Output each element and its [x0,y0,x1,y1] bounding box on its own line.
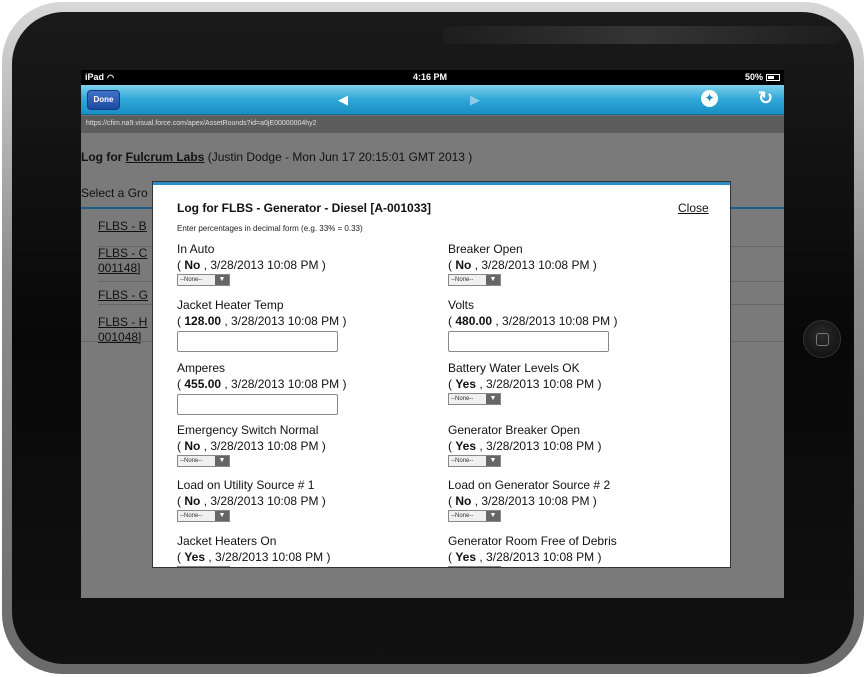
field-label: Load on Utility Source # 1 [177,478,315,492]
log-prefix: Log for [81,150,123,164]
field-last-value: ( Yes , 3/28/2013 10:08 PM ) [448,377,602,391]
field-label: Volts [448,298,475,312]
field-label: Jacket Heaters On [177,534,277,548]
log-modal: Log for FLBS - Generator - Diesel [A-001… [152,181,731,568]
page-header: Log for Fulcrum Labs (Justin Dodge - Mon… [81,150,472,164]
field-label: In Auto [177,242,215,256]
value-select[interactable]: --None--▼ [177,274,230,286]
select-arrow-icon: ▼ [215,511,229,521]
field-last-value: ( 128.00 , 3/28/2013 10:08 PM ) [177,314,347,328]
clock: 4:16 PM [413,72,448,82]
select-arrow-icon: ▼ [486,567,500,568]
field-in-auto: In Auto ( No , 3/28/2013 10:08 PM ) --No… [177,242,326,289]
refresh-icon[interactable]: ↻ [758,88,773,109]
value-select[interactable]: --None--▼ [448,566,501,568]
select-arrow-icon: ▼ [486,394,500,404]
org-link[interactable]: Fulcrum Labs [126,150,205,164]
group-link[interactable]: 001148] [98,261,148,276]
field-label: Emergency Switch Normal [177,423,319,437]
select-arrow-icon: ▼ [215,567,229,568]
field-battery-water-levels: Battery Water Levels OK ( Yes , 3/28/201… [448,361,601,408]
group-link[interactable]: FLBS - C [98,246,148,261]
home-square-icon [816,333,829,346]
field-label: Generator Room Free of Debris [448,534,617,548]
url-bar[interactable]: https://cfim.na9.visual.force.com/apex/A… [81,116,784,133]
value-input[interactable] [177,331,338,352]
value-select[interactable]: --None--▼ [448,393,501,405]
field-last-value: ( Yes , 3/28/2013 10:08 PM ) [448,550,602,564]
modal-title: Log for FLBS - Generator - Diesel [A-001… [177,201,432,215]
select-group-label: Select a Gro [81,186,148,200]
select-arrow-icon: ▼ [486,511,500,521]
field-amperes: Amperes ( 455.00 , 3/28/2013 10:08 PM ) [177,361,346,415]
field-volts: Volts ( 480.00 , 3/28/2013 10:08 PM ) [448,298,617,352]
globe-icon[interactable]: ✦ [701,90,718,107]
battery-percent: 50% [744,72,763,82]
group-list: FLBS - B FLBS - C 001148] FLBS - G FLBS … [98,219,148,357]
field-label: Load on Generator Source # 2 [448,478,611,492]
value-select[interactable]: --None--▼ [448,274,501,286]
field-last-value: ( 455.00 , 3/28/2013 10:08 PM ) [177,377,347,391]
close-link[interactable]: Close [678,201,709,215]
group-link[interactable]: FLBS - H [98,315,148,330]
decimal-hint: Enter percentages in decimal form (e.g. … [177,224,363,233]
select-arrow-icon: ▼ [486,275,500,285]
field-generator-room-free: Generator Room Free of Debris ( Yes , 3/… [448,534,617,568]
field-last-value: ( 480.00 , 3/28/2013 10:08 PM ) [448,314,618,328]
field-load-generator-source: Load on Generator Source # 2 ( No , 3/28… [448,478,610,525]
field-load-utility-source: Load on Utility Source # 1 ( No , 3/28/2… [177,478,326,525]
value-input[interactable] [177,394,338,415]
field-jacket-heater-temp: Jacket Heater Temp ( 128.00 , 3/28/2013 … [177,298,346,352]
group-link[interactable]: 001048] [98,330,148,345]
group-link[interactable]: FLBS - B [98,219,148,234]
field-breaker-open: Breaker Open ( No , 3/28/2013 10:08 PM )… [448,242,597,289]
value-select[interactable]: --None--▼ [177,566,230,568]
value-select[interactable]: --None--▼ [448,455,501,467]
battery-icon [766,73,780,81]
field-label: Battery Water Levels OK [448,361,580,375]
modal-accent-bar [153,182,730,188]
back-arrow-icon[interactable]: ◀ [338,92,348,108]
select-arrow-icon: ▼ [215,456,229,466]
field-last-value: ( No , 3/28/2013 10:08 PM ) [448,494,597,508]
select-arrow-icon: ▼ [486,456,500,466]
status-bar: iPad ◠ 4:16 PM 50% [81,70,784,85]
browser-navbar: Done ◀ ▶ ✦ ↻ [81,85,784,115]
wifi-icon: ◠ [107,73,114,82]
field-generator-breaker-open: Generator Breaker Open ( Yes , 3/28/2013… [448,423,601,470]
device-label: iPad ◠ [85,72,114,82]
value-select[interactable]: --None--▼ [177,455,230,467]
group-link[interactable]: FLBS - G [98,288,148,303]
value-select[interactable]: --None--▼ [448,510,501,522]
value-select[interactable]: --None--▼ [177,510,230,522]
battery-indicator: 50% [745,72,780,82]
value-input[interactable] [448,331,609,352]
field-label: Amperes [177,361,226,375]
field-last-value: ( Yes , 3/28/2013 10:08 PM ) [448,439,602,453]
field-emergency-switch: Emergency Switch Normal ( No , 3/28/2013… [177,423,326,470]
bezel-sheen [442,26,842,44]
log-meta: (Justin Dodge - Mon Jun 17 20:15:01 GMT … [207,150,473,164]
forward-arrow-icon[interactable]: ▶ [470,92,480,108]
field-last-value: ( No , 3/28/2013 10:08 PM ) [177,494,326,508]
done-button[interactable]: Done [87,90,120,110]
field-last-value: ( No , 3/28/2013 10:08 PM ) [177,258,326,272]
field-label: Jacket Heater Temp [177,298,284,312]
field-last-value: ( No , 3/28/2013 10:08 PM ) [177,439,326,453]
field-last-value: ( No , 3/28/2013 10:08 PM ) [448,258,597,272]
home-button[interactable] [803,320,841,358]
select-arrow-icon: ▼ [215,275,229,285]
field-label: Breaker Open [448,242,523,256]
field-label: Generator Breaker Open [448,423,581,437]
field-last-value: ( Yes , 3/28/2013 10:08 PM ) [177,550,331,564]
field-jacket-heaters-on: Jacket Heaters On ( Yes , 3/28/2013 10:0… [177,534,331,568]
